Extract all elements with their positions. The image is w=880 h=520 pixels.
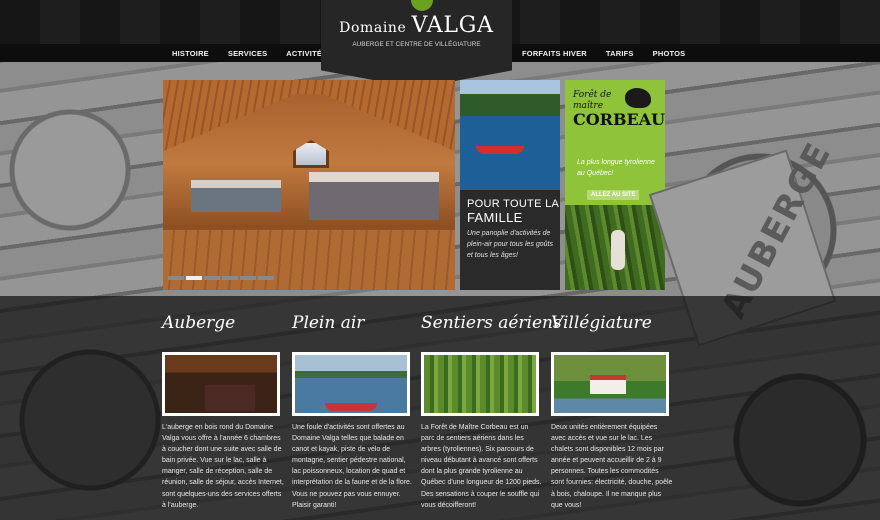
slider-dot-1[interactable] <box>168 276 184 280</box>
main-nav-right: FORFAITS HIVER TARIFS PHOTOS <box>522 44 704 62</box>
villegiature-thumbnail[interactable] <box>551 352 669 416</box>
promo-family-title: POUR TOUTE LA FAMILLE <box>467 197 559 225</box>
crow-icon <box>625 88 651 108</box>
corbeau-logo-line3: CORBEAU <box>573 110 665 129</box>
zipline-person <box>611 230 625 270</box>
site-logo[interactable]: Domaine VALGA AUBERGE ET CENTRE DE VILLÉ… <box>321 0 512 88</box>
column-plein-air: Plein air Une foule d'activités sont off… <box>292 313 414 509</box>
hero-slider[interactable] <box>163 80 455 290</box>
slider-dot-3[interactable] <box>204 276 220 280</box>
column-auberge: Auberge L'auberge en bois rond du Domain… <box>162 313 284 509</box>
promo-family-title-line2: FAMILLE <box>467 210 523 225</box>
allez-au-site-button[interactable]: ALLEZ AU SITE <box>587 190 640 200</box>
column-villegiature: Villégiature Deux unités entièrement équ… <box>551 313 673 509</box>
column-text: La Forêt de Maître Corbeau est un parc d… <box>421 424 542 509</box>
nav-services[interactable]: SERVICES <box>228 49 267 58</box>
slide-photo-bed <box>191 180 281 212</box>
slide-photo-bed <box>309 172 439 220</box>
promo-family[interactable]: POUR TOUTE LA FAMILLE Une panoplie d'act… <box>460 80 560 290</box>
column-title[interactable]: Sentiers aériens <box>421 313 562 339</box>
column-text: Deux unités entièrement équipées avec ac… <box>551 424 673 509</box>
slider-dot-6[interactable] <box>258 276 274 280</box>
column-title[interactable]: Auberge <box>162 313 284 339</box>
auberge-thumbnail[interactable] <box>162 352 280 416</box>
column-title[interactable]: Villégiature <box>551 313 673 339</box>
column-title[interactable]: Plein air <box>292 313 414 339</box>
promo-family-description: Une panoplie d'activités de plein-air po… <box>467 230 553 259</box>
corbeau-logo-line1: Forêt de <box>573 90 612 100</box>
leaf-icon <box>411 0 433 11</box>
slider-pagination <box>168 276 274 280</box>
corbeau-logo: Forêt de maître CORBEAU <box>573 90 665 129</box>
nav-tarifs[interactable]: TARIFS <box>606 49 634 58</box>
nav-photos[interactable]: PHOTOS <box>653 49 686 58</box>
logo-word-domaine: Domaine <box>339 20 407 36</box>
promo-foret-maitre-corbeau[interactable]: Forêt de maître CORBEAU La plus longue t… <box>565 80 665 290</box>
sentiers-thumbnail[interactable] <box>421 352 539 416</box>
slide-photo-window <box>293 140 329 168</box>
logo-subtitle: AUBERGE ET CENTRE DE VILLÉGIATURE <box>352 41 481 48</box>
canoe-shape <box>476 146 524 154</box>
main-nav-left: HISTOIRE SERVICES ACTIVITÉS <box>172 44 346 62</box>
logo-title: Domaine VALGA <box>321 13 512 38</box>
corbeau-tagline: La plus longue tyrolienne au Québec! <box>577 159 655 177</box>
nav-histoire[interactable]: HISTOIRE <box>172 49 209 58</box>
slider-dot-2[interactable] <box>186 276 202 280</box>
column-sentiers-aeriens: Sentiers aériens La Forêt de Maître Corb… <box>421 313 562 509</box>
slider-dot-5[interactable] <box>240 276 256 280</box>
logo-word-valga: VALGA <box>411 13 494 38</box>
slide-photo-floor <box>163 230 455 290</box>
column-text: Une foule d'activités sont offertes au D… <box>292 424 412 509</box>
plein-air-thumbnail[interactable] <box>292 352 410 416</box>
nav-forfaits-hiver[interactable]: FORFAITS HIVER <box>522 49 587 58</box>
column-text: L'auberge en bois rond du Domaine Valga … <box>162 424 284 509</box>
promo-family-title-line1: POUR TOUTE LA <box>467 198 560 210</box>
canoe-photo <box>460 80 560 190</box>
slider-dot-4[interactable] <box>222 276 238 280</box>
